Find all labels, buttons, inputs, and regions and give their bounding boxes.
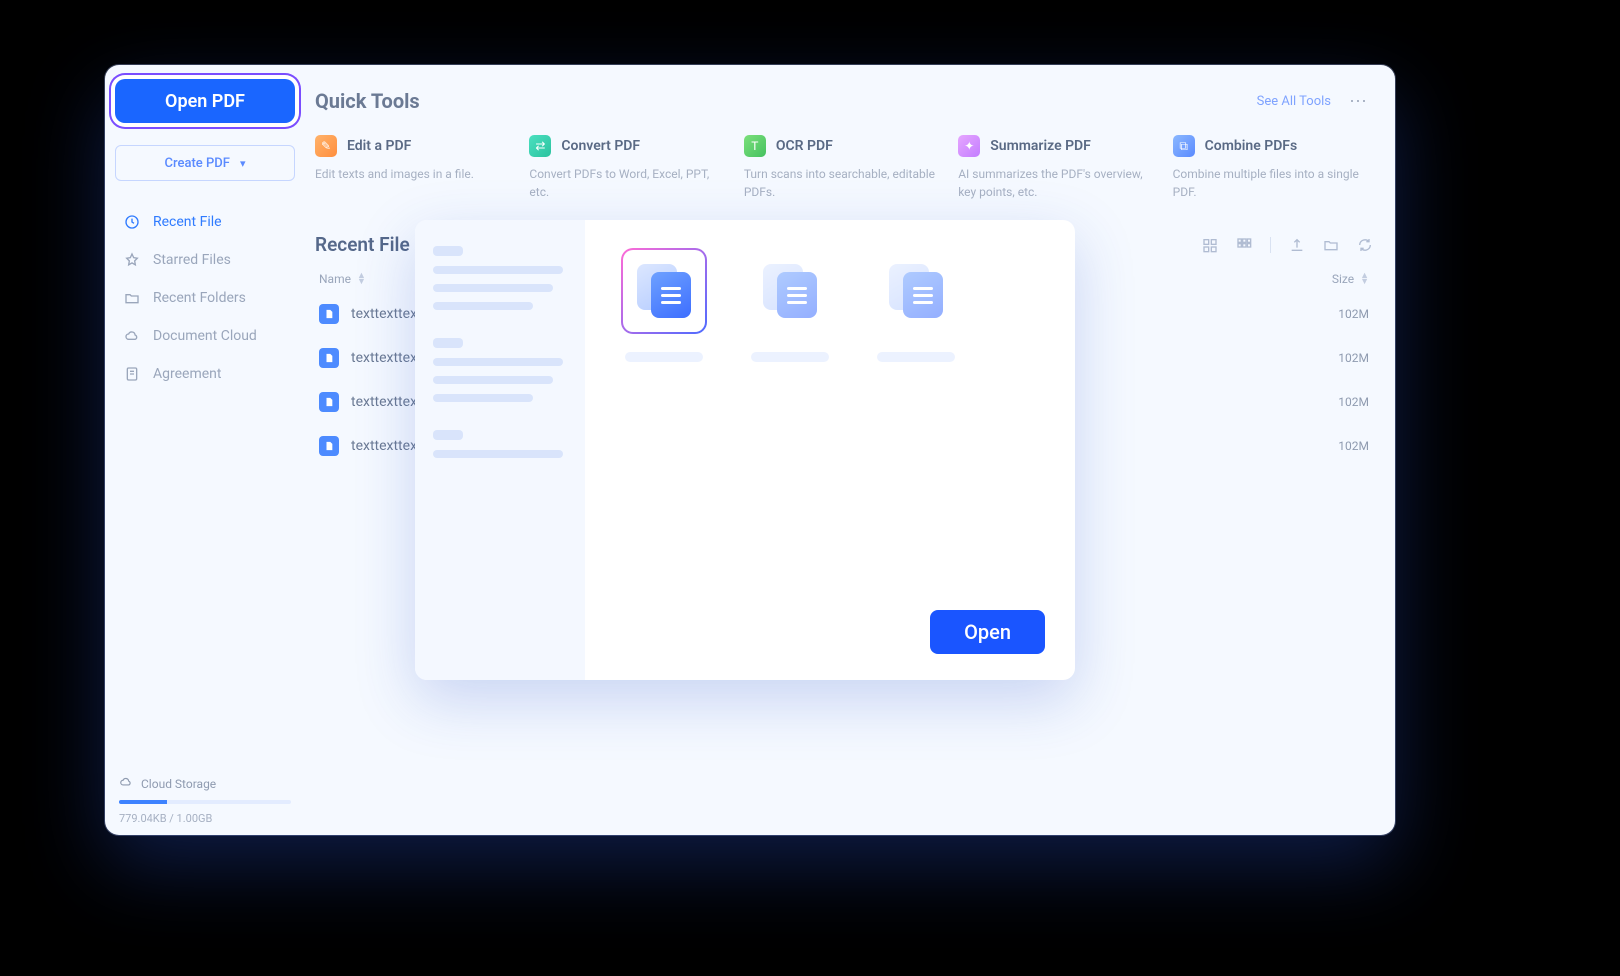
sort-icon[interactable]: ▲▼ [357, 273, 366, 286]
file-thumbnail[interactable] [621, 248, 707, 362]
cloud-icon [123, 327, 141, 345]
thumbnail-label [751, 352, 829, 362]
tool-desc: Edit texts and images in a file. [315, 165, 511, 183]
recent-files-toolbar [1202, 237, 1373, 253]
edit-icon: ✎ [315, 135, 337, 157]
sidebar-item-label: Recent File [153, 214, 222, 230]
file-thumbnails [621, 248, 1051, 362]
tool-title: Combine PDFs [1205, 138, 1298, 154]
file-size: 102M [1338, 307, 1369, 321]
thumbnail-label [877, 352, 955, 362]
chevron-down-icon: ▾ [240, 157, 246, 170]
col-name[interactable]: Name [319, 272, 351, 286]
create-pdf-button[interactable]: Create PDF ▾ [115, 145, 295, 181]
separator [1270, 237, 1271, 253]
col-size[interactable]: Size [1332, 272, 1354, 286]
sidebar-item-recent-folders[interactable]: Recent Folders [115, 279, 295, 317]
open-pdf-button[interactable]: Open PDF [115, 79, 295, 123]
sidebar: Open PDF Create PDF ▾ Recent File Starre… [105, 65, 305, 835]
file-icon [319, 304, 339, 324]
convert-icon: ⇄ [529, 135, 551, 157]
see-all-tools-link[interactable]: See All Tools [1257, 94, 1331, 109]
sidebar-item-label: Document Cloud [153, 328, 257, 344]
thumbnail-label [625, 352, 703, 362]
tool-desc: Convert PDFs to Word, Excel, PPT, etc. [529, 165, 725, 201]
tool-combine-pdfs[interactable]: ⧉ Combine PDFs Combine multiple files in… [1173, 131, 1373, 205]
create-pdf-label: Create PDF [165, 156, 230, 171]
app-window: Open PDF Create PDF ▾ Recent File Starre… [105, 65, 1395, 835]
tool-title: Summarize PDF [990, 138, 1091, 154]
tool-convert-pdf[interactable]: ⇄ Convert PDF Convert PDFs to Word, Exce… [529, 131, 729, 205]
more-icon[interactable]: ⋯ [1349, 91, 1369, 112]
dialog-open-button[interactable]: Open [930, 610, 1045, 654]
tool-ocr-pdf[interactable]: T OCR PDF Turn scans into searchable, ed… [744, 131, 944, 205]
cloud-storage-widget: Cloud Storage 779.04KB / 1.00GB [115, 771, 295, 825]
tool-desc: Turn scans into searchable, editable PDF… [744, 165, 940, 201]
file-icon [319, 392, 339, 412]
file-size: 102M [1338, 439, 1369, 453]
file-thumbnail[interactable] [747, 248, 833, 362]
thumbnail [747, 248, 833, 334]
storage-progress-bar [119, 800, 291, 804]
cloud-icon [119, 775, 133, 792]
tool-title: Edit a PDF [347, 138, 411, 154]
quick-tools-header: Quick Tools See All Tools ⋯ [315, 89, 1373, 113]
tool-title: Convert PDF [561, 138, 640, 154]
quick-tools-title: Quick Tools [315, 89, 420, 113]
tool-desc: AI summarizes the PDF's overview, key po… [958, 165, 1154, 201]
grid-view-icon[interactable] [1236, 237, 1252, 253]
file-icon [319, 436, 339, 456]
tool-title: OCR PDF [776, 138, 833, 154]
sidebar-item-agreement[interactable]: Agreement [115, 355, 295, 393]
sidebar-nav: Recent File Starred Files Recent Folders… [115, 203, 295, 771]
thumbnail [873, 248, 959, 334]
combine-icon: ⧉ [1173, 135, 1195, 157]
tool-desc: Combine multiple files into a single PDF… [1173, 165, 1369, 201]
file-size: 102M [1338, 395, 1369, 409]
file-picker-dialog: Open [415, 220, 1075, 680]
sort-icon[interactable]: ▲▼ [1360, 273, 1369, 286]
open-folder-icon[interactable] [1323, 237, 1339, 253]
recent-files-title: Recent File [315, 233, 410, 256]
tool-summarize-pdf[interactable]: ✦ Summarize PDF AI summarizes the PDF's … [958, 131, 1158, 205]
clock-icon [123, 213, 141, 231]
quick-tools-row: ✎ Edit a PDF Edit texts and images in a … [315, 131, 1373, 205]
sidebar-item-label: Agreement [153, 366, 221, 382]
file-icon [319, 348, 339, 368]
storage-usage-text: 779.04KB / 1.00GB [119, 812, 291, 825]
star-icon [123, 251, 141, 269]
summarize-icon: ✦ [958, 135, 980, 157]
dialog-main: Open [585, 220, 1075, 680]
file-size: 102M [1338, 351, 1369, 365]
ocr-icon: T [744, 135, 766, 157]
upload-icon[interactable] [1289, 237, 1305, 253]
cloud-storage-label: Cloud Storage [141, 777, 216, 791]
sidebar-item-document-cloud[interactable]: Document Cloud [115, 317, 295, 355]
refresh-icon[interactable] [1357, 237, 1373, 253]
list-view-icon[interactable] [1202, 237, 1218, 253]
folder-icon [123, 289, 141, 307]
sidebar-item-starred-files[interactable]: Starred Files [115, 241, 295, 279]
sidebar-item-recent-file[interactable]: Recent File [115, 203, 295, 241]
dialog-sidebar [415, 220, 585, 680]
sidebar-item-label: Recent Folders [153, 290, 246, 306]
sidebar-item-label: Starred Files [153, 252, 231, 268]
file-thumbnail[interactable] [873, 248, 959, 362]
tool-edit-pdf[interactable]: ✎ Edit a PDF Edit texts and images in a … [315, 131, 515, 205]
thumbnail-selected [621, 248, 707, 334]
agreement-icon [123, 365, 141, 383]
